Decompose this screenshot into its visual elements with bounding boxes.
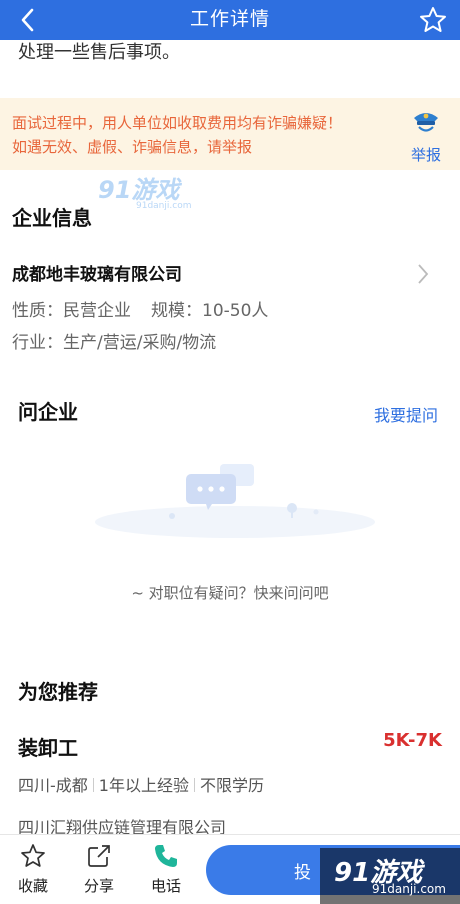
qa-empty-tip: ~ 对职位有疑问？快来问问吧 xyxy=(131,584,329,602)
job-experience: 1年以上经验 xyxy=(98,776,189,795)
company-section-title: 企业信息 xyxy=(12,206,92,230)
recommend-section-title: 为您推荐 xyxy=(18,680,98,704)
app-header: 工作详情 xyxy=(0,0,460,40)
ask-question-link[interactable]: 我要提问 xyxy=(374,402,438,426)
star-outline-icon[interactable] xyxy=(418,5,448,35)
company-industry: 行业：生产/营运/采购/物流 xyxy=(12,333,217,353)
share-label: 分享 xyxy=(83,877,114,895)
watermark-logo-text: 91游戏 xyxy=(98,176,180,204)
report-label: 举报 xyxy=(410,146,441,164)
warning-line-2: 如遇无效、虚假、诈骗信息，请举报 xyxy=(12,138,253,156)
recommended-job-salary: 5K-7K xyxy=(383,730,442,751)
share-button[interactable]: 分享 xyxy=(74,843,124,896)
phone-button[interactable]: 电话 xyxy=(141,843,191,896)
meta-divider xyxy=(193,778,195,792)
warning-line-1: 面试过程中，用人单位如收取费用均有诈骗嫌疑！ xyxy=(12,114,343,132)
company-attributes: 性质：民营企业 规模：10-50人 xyxy=(12,296,268,321)
phone-icon xyxy=(155,845,177,867)
fraud-warning-banner: 面试过程中，用人单位如收取费用均有诈骗嫌疑！ 如遇无效、虚假、诈骗信息，请举报 … xyxy=(0,98,460,170)
watermark-logo: 91游戏 91danji.com xyxy=(98,170,208,211)
watermark-corner-url: 91danji.com xyxy=(372,882,446,896)
job-location: 四川-成都 xyxy=(18,776,88,795)
job-description-tail: 处理一些售后事项。 xyxy=(18,42,180,63)
job-education: 不限学历 xyxy=(199,776,264,795)
meta-divider xyxy=(92,778,94,792)
report-button[interactable]: 举报 xyxy=(406,106,446,165)
favorite-button[interactable]: 收藏 xyxy=(8,843,58,896)
company-nature: 性质：民营企业 xyxy=(12,301,131,321)
chevron-right-icon[interactable] xyxy=(416,262,430,286)
police-badge-icon xyxy=(414,113,438,132)
recommended-job-meta: 四川-成都 1年以上经验 不限学历 xyxy=(18,772,264,796)
apply-label: 投 xyxy=(294,863,311,883)
favorite-label: 收藏 xyxy=(17,877,48,895)
watermark-url: 91danji.com xyxy=(136,201,192,211)
company-name[interactable]: 成都地丰玻璃有限公司 xyxy=(12,260,182,285)
qa-section-title: 问企业 xyxy=(18,400,78,424)
company-scale: 规模：10-50人 xyxy=(151,301,269,321)
page-title: 工作详情 xyxy=(189,8,270,30)
watermark-corner: 91游戏 91danji.com xyxy=(320,848,460,904)
phone-label: 电话 xyxy=(150,877,181,895)
star-outline-icon xyxy=(21,844,45,867)
empty-chat-illustration xyxy=(95,464,375,538)
share-icon xyxy=(88,845,110,867)
recommended-job-title[interactable]: 装卸工 xyxy=(18,732,78,761)
